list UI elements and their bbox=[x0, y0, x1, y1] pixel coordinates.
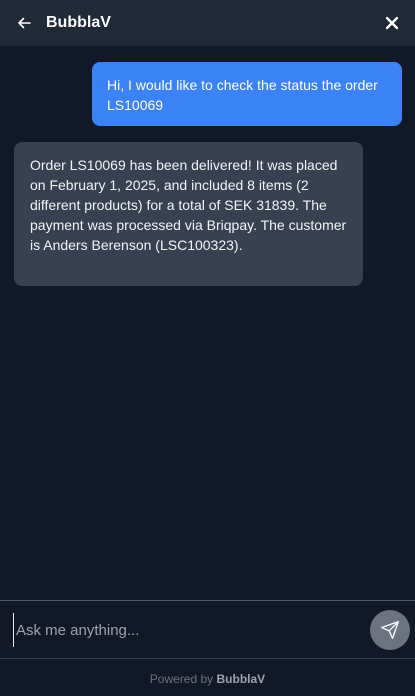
send-button[interactable] bbox=[370, 610, 410, 650]
footer-prefix: Powered by bbox=[149, 672, 214, 686]
message-composer bbox=[0, 600, 415, 659]
chat-title: BubblaV bbox=[46, 14, 111, 31]
powered-by-footer: Powered by BubblaV bbox=[0, 668, 415, 690]
footer-brand: BubblaV bbox=[216, 672, 266, 686]
close-icon bbox=[385, 16, 399, 30]
chat-header: BubblaV bbox=[0, 0, 415, 46]
user-message: Hi, I would like to check the status the… bbox=[92, 62, 402, 126]
arrow-left-icon bbox=[18, 17, 31, 29]
message-input[interactable] bbox=[13, 613, 358, 647]
send-icon bbox=[381, 621, 399, 639]
close-button[interactable] bbox=[382, 13, 402, 33]
assistant-message: Order LS10069 has been delivered! It was… bbox=[14, 142, 363, 286]
message-list: Hi, I would like to check the status the… bbox=[0, 46, 415, 600]
back-button[interactable] bbox=[14, 13, 34, 33]
